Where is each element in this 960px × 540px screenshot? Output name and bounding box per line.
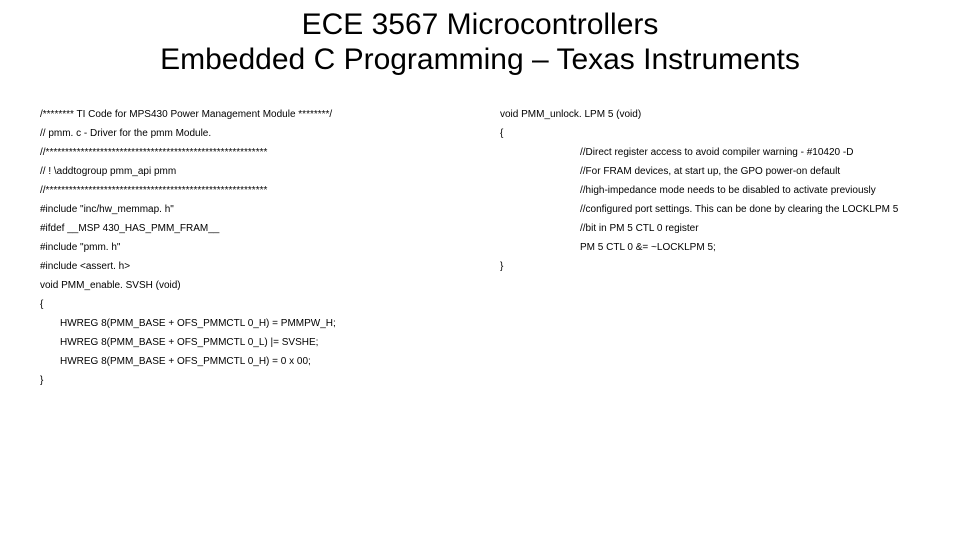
code-line: void PMM_unlock. LPM 5 (void): [500, 105, 920, 124]
code-line: void PMM_enable. SVSH (void): [40, 276, 460, 295]
title-line-1: ECE 3567 Microcontrollers: [302, 8, 659, 41]
title-line-2: Embedded C Programming – Texas Instrumen…: [160, 43, 800, 76]
code-line: {: [40, 295, 460, 314]
left-column: /******** TI Code for MPS430 Power Manag…: [40, 105, 460, 390]
code-line: #ifdef __MSP 430_HAS_PMM_FRAM__: [40, 219, 460, 238]
code-line: //configured port settings. This can be …: [500, 200, 920, 219]
code-line: //**************************************…: [40, 181, 460, 200]
right-column: void PMM_unlock. LPM 5 (void) { //Direct…: [500, 105, 920, 390]
code-line: /******** TI Code for MPS430 Power Manag…: [40, 105, 460, 124]
content-columns: /******** TI Code for MPS430 Power Manag…: [40, 105, 920, 390]
code-line: HWREG 8(PMM_BASE + OFS_PMMCTL 0_L) |= SV…: [40, 333, 460, 352]
code-line: //Direct register access to avoid compil…: [500, 143, 920, 162]
code-line: #include <assert. h>: [40, 257, 460, 276]
code-line: //For FRAM devices, at start up, the GPO…: [500, 162, 920, 181]
slide-title: ECE 3567 Microcontrollers Embedded C Pro…: [40, 8, 920, 77]
code-line: #include "inc/hw_memmap. h": [40, 200, 460, 219]
code-line: //bit in PM 5 CTL 0 register: [500, 219, 920, 238]
slide: ECE 3567 Microcontrollers Embedded C Pro…: [0, 0, 960, 540]
code-line: HWREG 8(PMM_BASE + OFS_PMMCTL 0_H) = 0 x…: [40, 352, 460, 371]
code-line: }: [40, 371, 460, 390]
code-line: HWREG 8(PMM_BASE + OFS_PMMCTL 0_H) = PMM…: [40, 314, 460, 333]
code-line: }: [500, 257, 920, 276]
code-line: {: [500, 124, 920, 143]
code-line: // pmm. c - Driver for the pmm Module.: [40, 124, 460, 143]
code-line: //high-impedance mode needs to be disabl…: [500, 181, 920, 200]
code-line: //**************************************…: [40, 143, 460, 162]
code-line: // ! \addtogroup pmm_api pmm: [40, 162, 460, 181]
code-line: PM 5 CTL 0 &= ~LOCKLPM 5;: [500, 238, 920, 257]
code-line: #include "pmm. h": [40, 238, 460, 257]
